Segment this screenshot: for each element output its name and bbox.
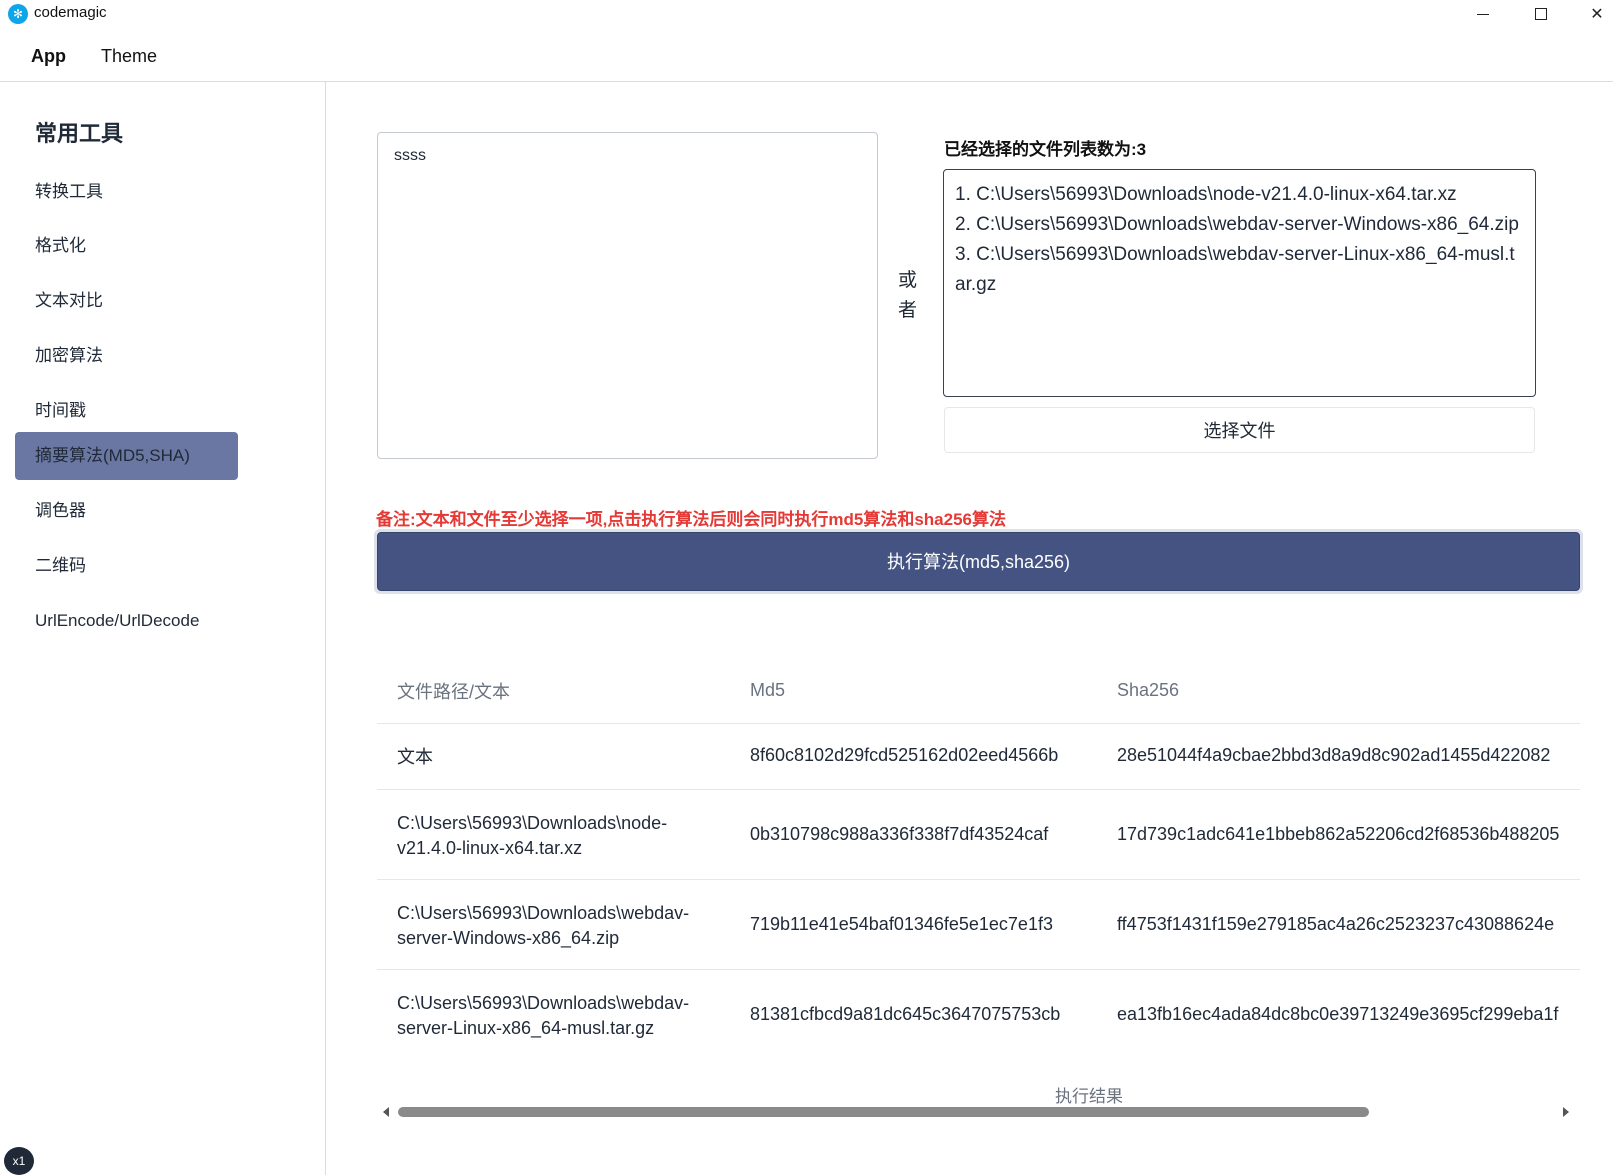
cell-sha256: 28e51044f4a9cbae2bbd3d8a9d8c902ad1455d42… (1117, 745, 1551, 765)
cell-md5: 8f60c8102d29fcd525162d02eed4566b (750, 745, 1059, 765)
close-button[interactable]: ✕ (1574, 0, 1613, 28)
or-label: 或者 (898, 270, 918, 321)
minimize-button[interactable] (1460, 0, 1506, 28)
table-row: C:\Users\56993\Downloads\webdav-server-L… (377, 971, 1580, 1060)
title-bar: ✻ codemagic ✕ (0, 0, 1613, 28)
menu-theme[interactable]: Theme (101, 46, 157, 67)
maximize-button[interactable] (1518, 0, 1564, 28)
choose-file-button[interactable]: 选择文件 (944, 407, 1535, 453)
table-row: C:\Users\56993\Downloads\node-v21.4.0-li… (377, 791, 1580, 880)
sidebar-item-format[interactable]: 格式化 (15, 222, 238, 270)
sidebar-item-convert-tools[interactable]: 转换工具 (15, 168, 238, 216)
file-list-item: 1. C:\Users\56993\Downloads\node-v21.4.0… (955, 184, 1457, 205)
maximize-icon (1535, 8, 1547, 20)
cell-path: 文本 (397, 747, 433, 767)
sidebar: 常用工具 转换工具 格式化 文本对比 加密算法 时间戳 摘要算法(MD5,SHA… (0, 82, 326, 1175)
file-list[interactable]: 1. C:\Users\56993\Downloads\node-v21.4.0… (943, 169, 1536, 397)
minimize-icon (1477, 13, 1489, 15)
sidebar-item-color-picker[interactable]: 调色器 (15, 487, 238, 535)
cell-md5: 81381cfbcd9a81dc645c3647075753cb (750, 1004, 1061, 1024)
cell-sha256: ff4753f1431f159e279185ac4a26c2523237c430… (1117, 914, 1555, 934)
column-header-md5: Md5 (750, 680, 786, 700)
results-table: 文件路径/文本 Md5 Sha256 文本 8f60c8102d29fcd525… (377, 664, 1580, 1064)
app-title: codemagic (34, 4, 107, 21)
file-list-item: 2. C:\Users\56993\Downloads\webdav-serve… (955, 214, 1519, 235)
table-row: 文本 8f60c8102d29fcd525162d02eed4566b 28e5… (377, 725, 1580, 790)
cell-md5: 719b11e41e54baf01346fe5e1ec7e1f3 (750, 914, 1053, 934)
cell-sha256: 17d739c1adc641e1bbeb862a52206cd2f68536b4… (1117, 824, 1560, 844)
sidebar-item-qrcode[interactable]: 二维码 (15, 542, 238, 590)
cell-path: C:\Users\56993\Downloads\node-v21.4.0-li… (397, 813, 668, 858)
scroll-thumb[interactable] (398, 1107, 1369, 1117)
menu-bar: App Theme (0, 36, 1613, 82)
cell-sha256: ea13fb16ec4ada84dc8bc0e39713249e3695cf29… (1117, 1004, 1559, 1024)
note-text: 备注:文本和文件至少选择一项,点击执行算法后则会同时执行md5算法和sha256… (376, 510, 1006, 529)
table-caption: 执行结果 (1055, 1087, 1123, 1106)
file-list-item: 3. C:\Users\56993\Downloads\webdav-serve… (955, 244, 1515, 295)
app-logo-icon: ✻ (8, 4, 28, 24)
cell-path: C:\Users\56993\Downloads\webdav-server-L… (397, 993, 690, 1038)
table-header: 文件路径/文本 Md5 Sha256 (377, 664, 1580, 724)
zoom-badge[interactable]: x1 (4, 1147, 34, 1175)
sidebar-item-urlencode[interactable]: UrlEncode/UrlDecode (15, 597, 238, 645)
run-algorithm-label: 执行算法(md5,sha256) (377, 532, 1580, 591)
column-header-path: 文件路径/文本 (397, 682, 511, 702)
sidebar-item-text-diff[interactable]: 文本对比 (15, 277, 238, 325)
run-algorithm-button[interactable]: 执行算法(md5,sha256) (374, 529, 1583, 594)
scroll-left-icon[interactable] (383, 1107, 389, 1117)
sidebar-item-encryption[interactable]: 加密算法 (15, 332, 238, 380)
close-icon: ✕ (1590, 6, 1604, 23)
text-input[interactable]: ssss (377, 132, 878, 459)
cell-path: C:\Users\56993\Downloads\webdav-server-W… (397, 903, 690, 948)
scroll-right-icon[interactable] (1563, 1107, 1569, 1117)
sidebar-item-timestamp[interactable]: 时间戳 (15, 387, 238, 435)
column-header-sha256: Sha256 (1117, 680, 1180, 700)
sidebar-item-digest[interactable]: 摘要算法(MD5,SHA) (15, 432, 238, 480)
menu-app[interactable]: App (31, 46, 66, 67)
cell-md5: 0b310798c988a336f338f7df43524caf (750, 824, 1049, 844)
table-row: C:\Users\56993\Downloads\webdav-server-W… (377, 881, 1580, 970)
file-count-label: 已经选择的文件列表数为:3 (944, 140, 1147, 159)
sidebar-heading: 常用工具 (35, 121, 124, 146)
horizontal-scrollbar[interactable] (377, 1105, 1573, 1121)
